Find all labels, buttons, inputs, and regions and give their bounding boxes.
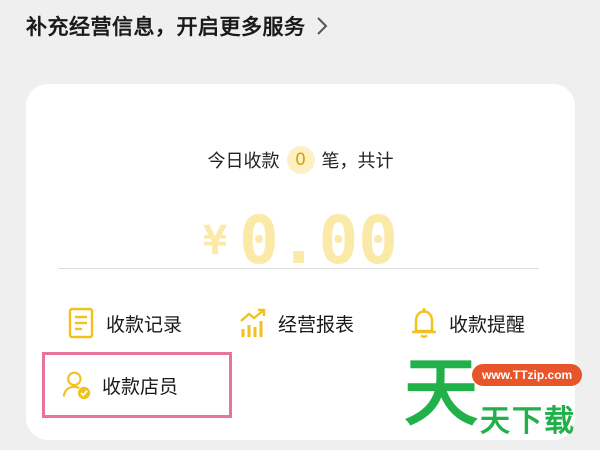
currency-symbol: ¥ [202, 218, 228, 264]
today-summary: 今日收款 0 笔，共计 [26, 146, 575, 174]
payment-records-button[interactable]: 收款记录 [66, 306, 182, 340]
business-reports-button[interactable]: 经营报表 [238, 306, 354, 340]
payment-records-label: 收款记录 [106, 313, 183, 336]
summary-suffix: 笔，共计 [321, 151, 394, 172]
trend-chart-icon [238, 306, 268, 340]
watermark-url: www.TTzip.com [472, 364, 583, 386]
highlight-box [42, 352, 232, 418]
header-title: 补充经营信息，开启更多服务 [26, 15, 306, 39]
add-business-info-link[interactable]: 补充经营信息，开启更多服务 [26, 8, 328, 44]
document-icon [66, 306, 96, 340]
transaction-count-badge: 0 [286, 146, 315, 174]
business-reports-label: 经营报表 [278, 313, 355, 336]
summary-prefix: 今日收款 [207, 151, 280, 172]
amount-value: 0.00 [239, 202, 399, 279]
total-amount: ¥ 0.00 [26, 190, 575, 274]
divider [58, 268, 539, 269]
chevron-right-icon [316, 16, 328, 36]
watermark-name: 天下载 [480, 404, 576, 439]
site-watermark: 天 www.TTzip.com 天下载 [404, 352, 594, 446]
watermark-logo-glyph: 天 [404, 350, 478, 436]
bell-icon [409, 306, 439, 340]
payment-alerts-button[interactable]: 收款提醒 [409, 306, 525, 340]
payment-alerts-label: 收款提醒 [449, 313, 526, 336]
